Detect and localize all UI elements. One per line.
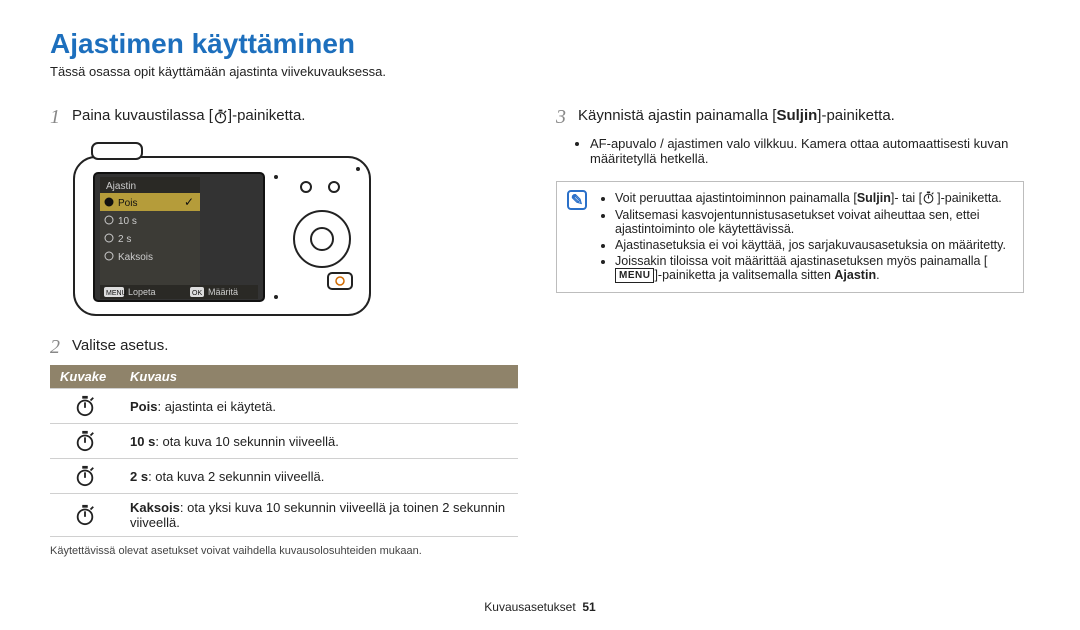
camera-illustration: Ajastin Pois ✓ 10 s 2 s Kaksois MENU bbox=[72, 139, 518, 319]
step-1-text-b: ]-painiketta. bbox=[228, 107, 306, 124]
timer-icon bbox=[213, 109, 228, 124]
step-number: 2 bbox=[50, 335, 72, 357]
page-title: Ajastimen käyttäminen bbox=[50, 28, 1030, 60]
menu-title: Ajastin bbox=[106, 181, 136, 192]
table-row: Pois: ajastinta ei käytetä. bbox=[50, 389, 518, 424]
row-rest: : ota yksi kuva 10 sekunnin viiveellä ja… bbox=[130, 500, 505, 530]
bullet: AF-apuvalo / ajastimen valo vilkkuu. Kam… bbox=[590, 135, 1024, 167]
row-rest: : ota kuva 2 sekunnin viiveellä. bbox=[148, 469, 324, 484]
page-footer: Kuvausasetukset 51 bbox=[0, 600, 1080, 614]
menu-item-0: Pois bbox=[118, 198, 137, 209]
row-bold: 10 s bbox=[130, 434, 155, 449]
footer-page: 51 bbox=[582, 600, 595, 614]
note-item: Valitsemasi kasvojentunnistusasetukset v… bbox=[615, 207, 1013, 237]
foot-right: Määritä bbox=[208, 287, 238, 297]
right-column: 3 Käynnistä ajastin painamalla [Suljin]-… bbox=[556, 97, 1024, 557]
table-row: Kaksois: ota yksi kuva 10 sekunnin viive… bbox=[50, 494, 518, 537]
note-item: Joissakin tiloissa voit määrittää ajasti… bbox=[615, 253, 1013, 284]
step-1: 1 Paina kuvaustilassa [ ]-painiketta. bbox=[50, 105, 518, 127]
row-bold: Pois bbox=[130, 399, 157, 414]
note-item: Voit peruuttaa ajastintoiminnon painamal… bbox=[615, 190, 1013, 207]
row-rest: : ajastinta ei käytetä. bbox=[157, 399, 276, 414]
step-3-b: ]-painiketta. bbox=[817, 107, 895, 124]
note-box: ✎ Voit peruuttaa ajastintoiminnon painam… bbox=[556, 181, 1024, 293]
step-3-bold: Suljin bbox=[776, 107, 817, 124]
th-icon: Kuvake bbox=[50, 365, 120, 389]
options-table: Kuvake Kuvaus Pois: ajastinta ei käytetä… bbox=[50, 365, 518, 537]
page-intro: Tässä osassa opit käyttämään ajastinta v… bbox=[50, 64, 1030, 79]
note-item: Ajastinasetuksia ei voi käyttää, jos sar… bbox=[615, 237, 1013, 253]
menu-item-3: Kaksois bbox=[118, 252, 153, 263]
menu-item-2: 2 s bbox=[118, 234, 131, 245]
ok-label: OK bbox=[192, 290, 202, 297]
menu-label: MENU bbox=[106, 290, 127, 297]
step-2: 2 Valitse asetus. bbox=[50, 335, 518, 357]
row-rest: : ota kuva 10 sekunnin viiveellä. bbox=[155, 434, 339, 449]
note-icon: ✎ bbox=[567, 190, 587, 210]
step-3-bullets: AF-apuvalo / ajastimen valo vilkkuu. Kam… bbox=[578, 135, 1024, 167]
table-footnote: Käytettävissä olevat asetukset voivat va… bbox=[50, 545, 518, 557]
menu-item-1: 10 s bbox=[118, 216, 137, 227]
row-bold: Kaksois bbox=[130, 500, 180, 515]
step-3: 3 Käynnistä ajastin painamalla [Suljin]-… bbox=[556, 105, 1024, 127]
table-row: 2 s: ota kuva 2 sekunnin viiveellä. bbox=[50, 459, 518, 494]
timer-10s-icon bbox=[74, 430, 96, 452]
foot-left: Lopeta bbox=[128, 287, 156, 297]
timer-2s-icon bbox=[74, 465, 96, 487]
check-icon: ✓ bbox=[184, 195, 194, 209]
timer-double-icon bbox=[74, 504, 96, 526]
menu-button-label: MENU bbox=[615, 268, 654, 283]
left-column: 1 Paina kuvaustilassa [ ]-painiketta. Aja… bbox=[50, 97, 518, 557]
step-3-a: Käynnistä ajastin painamalla [ bbox=[578, 107, 776, 124]
step-number: 1 bbox=[50, 105, 72, 127]
timer-off-icon bbox=[74, 395, 96, 417]
step-2-text: Valitse asetus. bbox=[72, 335, 168, 354]
footer-section: Kuvausasetukset bbox=[484, 600, 575, 614]
row-bold: 2 s bbox=[130, 469, 148, 484]
timer-icon bbox=[922, 191, 937, 206]
step-1-text-a: Paina kuvaustilassa [ bbox=[72, 107, 213, 124]
th-desc: Kuvaus bbox=[120, 365, 518, 389]
table-row: 10 s: ota kuva 10 sekunnin viiveellä. bbox=[50, 424, 518, 459]
step-number: 3 bbox=[556, 105, 578, 127]
